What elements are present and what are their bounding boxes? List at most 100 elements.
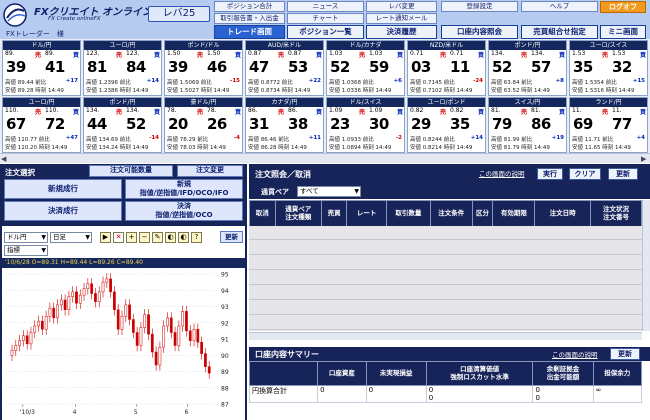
order-qty-button[interactable]: 注文可能数量 [89, 165, 173, 177]
orders-vscroll[interactable] [642, 200, 650, 331]
orders-refresh-button[interactable]: 更新 [608, 168, 638, 180]
bid-price[interactable]: 23 [330, 115, 350, 133]
ask-price[interactable]: 32 [612, 58, 632, 76]
bid-price[interactable]: 47 [249, 58, 269, 76]
order-change-button[interactable]: 注文変更 [177, 165, 243, 177]
summary-refresh-button[interactable]: 更新 [610, 348, 640, 360]
summary-help-link[interactable]: この画面の説明 [552, 349, 598, 359]
execute-button[interactable]: 実行 [537, 168, 563, 180]
ask-price[interactable]: 57 [531, 58, 551, 76]
nav-position-total[interactable]: ポジション合計 [214, 1, 285, 12]
bid-price[interactable]: 79 [492, 115, 512, 133]
rate-tile[interactable]: 豪ドル/円 78. 売 78. 買 20 26 高値 78.29 前比 -4 安値 78.03 時… [164, 97, 243, 153]
new-market-button[interactable]: 新規成行 [4, 179, 122, 199]
help-icon[interactable]: ? [191, 232, 202, 243]
crosshair-tool-icon[interactable]: ✕ [113, 232, 124, 243]
rate-tile[interactable]: ユーロ/スイス 1.53 売 1.53 買 35 32 高値 1.5354 前比 +15 安値 1… [569, 40, 648, 96]
settle-limit-button[interactable]: 決済 指値/逆指値/OCO [125, 201, 243, 221]
ask-price[interactable]: 72 [45, 115, 65, 133]
nav-news[interactable]: ニュース [287, 1, 364, 12]
rate-tile[interactable]: ユーロ/円 123. 売 123. 買 81 84 高値 1.2396 前比 +14 安値 1.2… [83, 40, 162, 96]
rate-tile[interactable]: ランド/円 11. 売 11. 買 69 77 高値 11.71 前比 +4 安値 11.65 時… [569, 97, 648, 153]
nav-help[interactable]: ヘルプ [521, 1, 598, 12]
rate-tile[interactable]: ユーロ/ポンド 0.82 売 0.82 買 29 35 高値 0.8244 前比 +14 安値 0… [407, 97, 486, 153]
bid-price[interactable]: 29 [411, 115, 431, 133]
candle-body [204, 353, 207, 367]
tab-trade[interactable]: トレード画面 [214, 25, 285, 39]
tab-account[interactable]: 口座内容照会 [441, 25, 518, 39]
nav-rate-mail[interactable]: レート通知メール [366, 13, 437, 24]
bid-price[interactable]: 52 [330, 58, 350, 76]
chart-pair-select[interactable]: ドル円 ▼ [4, 232, 48, 243]
bid-price[interactable]: 81 [87, 58, 107, 76]
rate-tile[interactable]: ユーロ/円 110. 売 110. 買 67 72 高値 110.77 前比 +47 安値 110… [2, 97, 81, 153]
ask-price[interactable]: 11 [450, 58, 470, 76]
pair-filter-select[interactable]: すべて ▼ [297, 186, 361, 197]
ask-price[interactable]: 77 [612, 115, 632, 133]
eraser-icon[interactable]: ◐ [165, 232, 176, 243]
rate-tile[interactable]: AUD/米ドル 0.87 売 0.87 買 47 53 高値 0.8772 前比 +22 安値 0… [245, 40, 324, 96]
rate-tile[interactable]: ドル/スイス 1.09 売 1.09 買 23 30 高値 1.0933 前比 -2 安値 1.0… [326, 97, 405, 153]
orders-hscroll[interactable] [249, 332, 642, 340]
tab-mini[interactable]: ミニ画面 [600, 25, 646, 39]
bid-price[interactable]: 69 [573, 115, 593, 133]
bid-price[interactable]: 52 [492, 58, 512, 76]
draw-line-icon[interactable]: ✎ [152, 232, 163, 243]
bid-price[interactable]: 39 [6, 58, 26, 76]
rate-tile[interactable]: スイス/円 81. 売 81. 買 79 86 高値 81.99 前比 +19 安値 81.79 … [488, 97, 567, 153]
bid-price[interactable]: 39 [168, 58, 188, 76]
ask-price[interactable]: 53 [288, 58, 308, 76]
tab-settlement-history[interactable]: 決済履歴 [366, 25, 437, 39]
pointer-tool-icon[interactable]: ▶ [100, 232, 111, 243]
nav-reports[interactable]: 取引報告書・入出金 [214, 13, 285, 24]
settle-market-button[interactable]: 決済成行 [4, 201, 122, 221]
rate-tile[interactable]: ポンド/ドル 1.50 売 1.50 買 39 46 高値 1.5069 前比 -15 安値 1.… [164, 40, 243, 96]
rate-tile[interactable]: ポンド/円 134. 売 134. 買 44 52 高値 134.69 前比 -14 安値 134… [83, 97, 162, 153]
nav-leverage-change[interactable]: レバ変更 [366, 1, 437, 12]
rate-tile[interactable]: ポンド/円 134. 売 134. 買 52 57 高値 63.84 前比 +8 安値 63.52… [488, 40, 567, 96]
chart-indicator-select[interactable]: 指標 ▼ [4, 245, 48, 256]
ask-price[interactable]: 30 [369, 115, 389, 133]
new-limit-button[interactable]: 新規 指値/逆指値/IFD/OCO/IFO [125, 179, 243, 199]
clear-button[interactable]: クリア [569, 168, 601, 180]
rate-tile[interactable]: カナダ/円 86. 売 86. 買 31 38 高値 86.46 前比 +11 安値 86.28 … [245, 97, 324, 153]
ask-price[interactable]: 41 [45, 58, 65, 76]
rate-tile[interactable]: ドル/円 89. 売 89. 買 39 41 高値 89.44 前比 +17 安値 89.28 時… [2, 40, 81, 96]
nav-settings[interactable]: 登録設定 [441, 1, 518, 12]
logoff-button[interactable]: ログオフ [600, 1, 646, 13]
theme-icon[interactable]: ◐ [178, 232, 189, 243]
pair-name: ポンド/円 [489, 41, 566, 50]
zoom-out-icon[interactable]: − [139, 232, 150, 243]
ask-price[interactable]: 52 [126, 115, 146, 133]
bid-price[interactable]: 31 [249, 115, 269, 133]
bid-price[interactable]: 35 [573, 58, 593, 76]
zoom-in-icon[interactable]: + [126, 232, 137, 243]
nav-chart[interactable]: チャート [287, 13, 364, 24]
scroll-left-icon[interactable]: ◀ [1, 155, 9, 163]
chart-period-select[interactable]: 日足 ▼ [50, 232, 92, 243]
ask-price[interactable]: 26 [207, 115, 227, 133]
scroll-right-icon[interactable]: ▶ [641, 155, 649, 163]
bid-price[interactable]: 20 [168, 115, 188, 133]
orders-panel: 注文照会／取消 この画面の説明 実行 クリア 更新 通貨ペア すべて ▼ 取消 通貨… [248, 164, 650, 420]
time-label: 時刻 14:49 [197, 145, 226, 151]
ask-price[interactable]: 46 [207, 58, 227, 76]
orders-help-link[interactable]: この画面の説明 [479, 168, 525, 178]
bid-price[interactable]: 67 [6, 115, 26, 133]
rate-tile[interactable]: ドル/カナダ 1.03 売 1.03 買 52 59 高値 1.0368 前比 +6 安値 1.0… [326, 40, 405, 96]
chart-refresh-button[interactable]: 更新 [220, 231, 243, 243]
ask-price[interactable]: 38 [288, 115, 308, 133]
ask-price[interactable]: 35 [450, 115, 470, 133]
ask-price[interactable]: 86 [531, 115, 551, 133]
bid-price[interactable]: 03 [411, 58, 431, 76]
leverage-badge[interactable]: レバ25 [148, 6, 210, 22]
rate-scrollbar[interactable]: ◀ ▶ [0, 153, 650, 163]
candlestick-chart[interactable]: 95 94 93 92 91 90 89 88 87 '10/3 4 5 6 [4, 270, 243, 418]
tab-combination[interactable]: 売買組合せ指定 [521, 25, 598, 39]
bid-price[interactable]: 44 [87, 115, 107, 133]
ask-price[interactable]: 84 [126, 58, 146, 76]
y-tick-label: 94 [221, 288, 229, 295]
tab-positions[interactable]: ポジション一覧 [287, 25, 364, 39]
ask-price[interactable]: 59 [369, 58, 389, 76]
rate-tile[interactable]: NZD/米ドル 0.71 売 0.71 買 03 11 高値 0.7145 前比 -24 安値 0… [407, 40, 486, 96]
